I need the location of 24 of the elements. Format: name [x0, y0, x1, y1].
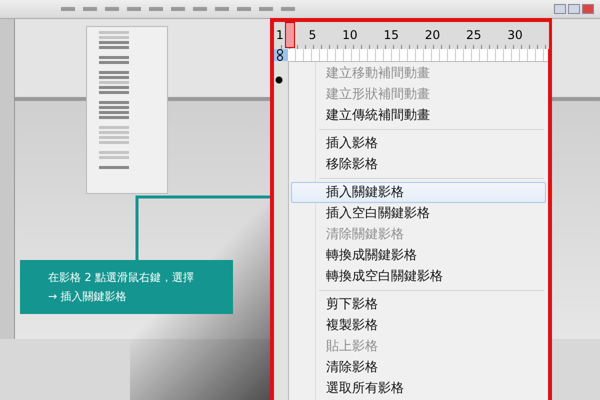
- menu-item[interactable]: 剪下影格: [291, 294, 546, 315]
- menu-item[interactable]: 清除影格: [291, 357, 546, 378]
- menu-item[interactable]: 插入空白關鍵影格: [291, 203, 546, 224]
- menu-item[interactable]: 轉換成空白關鍵影格: [291, 266, 546, 287]
- menu-item[interactable]: 建立傳統補間動畫: [291, 105, 546, 126]
- menu-item[interactable]: 插入關鍵影格: [291, 182, 546, 203]
- window-controls-icon[interactable]: [554, 4, 594, 14]
- bullet-icon: [274, 75, 284, 85]
- frame-number: 5: [308, 28, 316, 42]
- menu-item[interactable]: 選取所有影格: [291, 378, 546, 399]
- menu-item[interactable]: 插入影格: [291, 133, 546, 154]
- menu-item[interactable]: 移除影格: [291, 154, 546, 175]
- frame-number: 30: [507, 28, 523, 42]
- frame-number: 25: [466, 28, 482, 42]
- playhead-marker[interactable]: [284, 22, 295, 48]
- frame-number: 1: [275, 28, 284, 42]
- frame-cells[interactable]: [288, 49, 548, 61]
- frame-number: 20: [424, 28, 440, 42]
- layer-icon: [274, 49, 288, 61]
- instruction-text: 在影格 2 點選滑鼠右鍵，選擇 → 插入關鍵影格: [48, 270, 194, 305]
- frame-number: 10: [342, 28, 358, 42]
- frame-number: 15: [384, 28, 399, 42]
- menu-item[interactable]: 轉換成關鍵影格: [291, 245, 546, 266]
- menu-item[interactable]: 複製影格: [291, 315, 546, 336]
